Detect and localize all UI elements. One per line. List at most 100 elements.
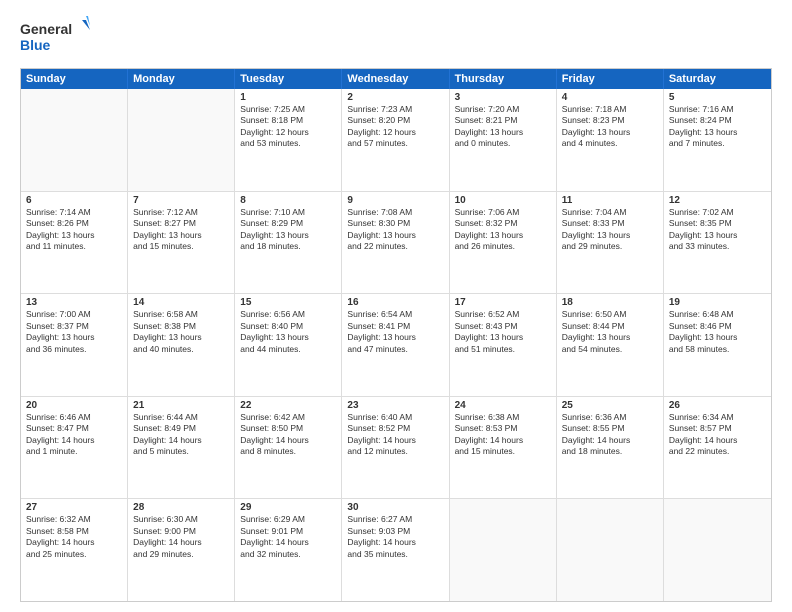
day-number: 15	[240, 297, 336, 308]
cal-header-friday: Friday	[557, 69, 664, 89]
cal-cell: 15Sunrise: 6:56 AM Sunset: 8:40 PM Dayli…	[235, 294, 342, 396]
day-info: Sunrise: 6:52 AM Sunset: 8:43 PM Dayligh…	[455, 309, 551, 355]
day-info: Sunrise: 7:12 AM Sunset: 8:27 PM Dayligh…	[133, 207, 229, 253]
calendar-header-row: SundayMondayTuesdayWednesdayThursdayFrid…	[21, 69, 771, 89]
day-number: 11	[562, 195, 658, 206]
cal-cell: 23Sunrise: 6:40 AM Sunset: 8:52 PM Dayli…	[342, 397, 449, 499]
cal-header-sunday: Sunday	[21, 69, 128, 89]
cal-cell: 18Sunrise: 6:50 AM Sunset: 8:44 PM Dayli…	[557, 294, 664, 396]
cal-cell: 20Sunrise: 6:46 AM Sunset: 8:47 PM Dayli…	[21, 397, 128, 499]
svg-text:General: General	[20, 21, 72, 37]
day-number: 1	[240, 92, 336, 103]
day-number: 22	[240, 400, 336, 411]
day-number: 4	[562, 92, 658, 103]
day-number: 14	[133, 297, 229, 308]
day-info: Sunrise: 6:36 AM Sunset: 8:55 PM Dayligh…	[562, 412, 658, 458]
day-info: Sunrise: 6:54 AM Sunset: 8:41 PM Dayligh…	[347, 309, 443, 355]
day-number: 26	[669, 400, 766, 411]
day-info: Sunrise: 7:18 AM Sunset: 8:23 PM Dayligh…	[562, 104, 658, 150]
day-number: 20	[26, 400, 122, 411]
cal-cell: 13Sunrise: 7:00 AM Sunset: 8:37 PM Dayli…	[21, 294, 128, 396]
day-info: Sunrise: 7:02 AM Sunset: 8:35 PM Dayligh…	[669, 207, 766, 253]
cal-week-2: 6Sunrise: 7:14 AM Sunset: 8:26 PM Daylig…	[21, 191, 771, 294]
day-info: Sunrise: 7:23 AM Sunset: 8:20 PM Dayligh…	[347, 104, 443, 150]
svg-text:Blue: Blue	[20, 37, 51, 53]
cal-week-1: 1Sunrise: 7:25 AM Sunset: 8:18 PM Daylig…	[21, 89, 771, 191]
day-info: Sunrise: 7:16 AM Sunset: 8:24 PM Dayligh…	[669, 104, 766, 150]
day-number: 27	[26, 502, 122, 513]
cal-header-monday: Monday	[128, 69, 235, 89]
cal-cell: 9Sunrise: 7:08 AM Sunset: 8:30 PM Daylig…	[342, 192, 449, 294]
cal-cell: 22Sunrise: 6:42 AM Sunset: 8:50 PM Dayli…	[235, 397, 342, 499]
cal-header-tuesday: Tuesday	[235, 69, 342, 89]
day-number: 9	[347, 195, 443, 206]
cal-cell	[664, 499, 771, 601]
day-number: 8	[240, 195, 336, 206]
cal-cell: 4Sunrise: 7:18 AM Sunset: 8:23 PM Daylig…	[557, 89, 664, 191]
logo: General Blue	[20, 16, 90, 58]
day-info: Sunrise: 6:46 AM Sunset: 8:47 PM Dayligh…	[26, 412, 122, 458]
day-info: Sunrise: 7:14 AM Sunset: 8:26 PM Dayligh…	[26, 207, 122, 253]
day-info: Sunrise: 6:32 AM Sunset: 8:58 PM Dayligh…	[26, 514, 122, 560]
day-number: 2	[347, 92, 443, 103]
cal-cell: 27Sunrise: 6:32 AM Sunset: 8:58 PM Dayli…	[21, 499, 128, 601]
day-number: 30	[347, 502, 443, 513]
cal-cell	[21, 89, 128, 191]
header: General Blue	[20, 16, 772, 58]
day-number: 5	[669, 92, 766, 103]
cal-cell: 21Sunrise: 6:44 AM Sunset: 8:49 PM Dayli…	[128, 397, 235, 499]
page: General Blue SundayMondayTuesdayWednesda…	[0, 0, 792, 612]
day-number: 3	[455, 92, 551, 103]
cal-cell: 25Sunrise: 6:36 AM Sunset: 8:55 PM Dayli…	[557, 397, 664, 499]
day-info: Sunrise: 6:40 AM Sunset: 8:52 PM Dayligh…	[347, 412, 443, 458]
day-number: 13	[26, 297, 122, 308]
day-number: 28	[133, 502, 229, 513]
cal-week-4: 20Sunrise: 6:46 AM Sunset: 8:47 PM Dayli…	[21, 396, 771, 499]
day-info: Sunrise: 7:25 AM Sunset: 8:18 PM Dayligh…	[240, 104, 336, 150]
cal-cell: 16Sunrise: 6:54 AM Sunset: 8:41 PM Dayli…	[342, 294, 449, 396]
cal-cell	[128, 89, 235, 191]
day-number: 10	[455, 195, 551, 206]
cal-header-wednesday: Wednesday	[342, 69, 449, 89]
day-number: 17	[455, 297, 551, 308]
cal-cell: 26Sunrise: 6:34 AM Sunset: 8:57 PM Dayli…	[664, 397, 771, 499]
cal-cell: 8Sunrise: 7:10 AM Sunset: 8:29 PM Daylig…	[235, 192, 342, 294]
day-info: Sunrise: 7:06 AM Sunset: 8:32 PM Dayligh…	[455, 207, 551, 253]
day-number: 7	[133, 195, 229, 206]
cal-cell: 30Sunrise: 6:27 AM Sunset: 9:03 PM Dayli…	[342, 499, 449, 601]
calendar-body: 1Sunrise: 7:25 AM Sunset: 8:18 PM Daylig…	[21, 89, 771, 601]
day-info: Sunrise: 6:38 AM Sunset: 8:53 PM Dayligh…	[455, 412, 551, 458]
cal-cell: 6Sunrise: 7:14 AM Sunset: 8:26 PM Daylig…	[21, 192, 128, 294]
day-info: Sunrise: 6:50 AM Sunset: 8:44 PM Dayligh…	[562, 309, 658, 355]
day-info: Sunrise: 6:58 AM Sunset: 8:38 PM Dayligh…	[133, 309, 229, 355]
cal-cell	[450, 499, 557, 601]
cal-cell: 24Sunrise: 6:38 AM Sunset: 8:53 PM Dayli…	[450, 397, 557, 499]
cal-cell: 3Sunrise: 7:20 AM Sunset: 8:21 PM Daylig…	[450, 89, 557, 191]
day-info: Sunrise: 6:56 AM Sunset: 8:40 PM Dayligh…	[240, 309, 336, 355]
cal-cell: 28Sunrise: 6:30 AM Sunset: 9:00 PM Dayli…	[128, 499, 235, 601]
cal-cell: 12Sunrise: 7:02 AM Sunset: 8:35 PM Dayli…	[664, 192, 771, 294]
calendar: SundayMondayTuesdayWednesdayThursdayFrid…	[20, 68, 772, 602]
day-info: Sunrise: 7:08 AM Sunset: 8:30 PM Dayligh…	[347, 207, 443, 253]
cal-week-3: 13Sunrise: 7:00 AM Sunset: 8:37 PM Dayli…	[21, 293, 771, 396]
cal-cell: 17Sunrise: 6:52 AM Sunset: 8:43 PM Dayli…	[450, 294, 557, 396]
cal-cell: 1Sunrise: 7:25 AM Sunset: 8:18 PM Daylig…	[235, 89, 342, 191]
day-info: Sunrise: 6:30 AM Sunset: 9:00 PM Dayligh…	[133, 514, 229, 560]
day-number: 21	[133, 400, 229, 411]
day-number: 29	[240, 502, 336, 513]
day-info: Sunrise: 7:20 AM Sunset: 8:21 PM Dayligh…	[455, 104, 551, 150]
cal-cell	[557, 499, 664, 601]
day-number: 18	[562, 297, 658, 308]
day-number: 25	[562, 400, 658, 411]
cal-cell: 11Sunrise: 7:04 AM Sunset: 8:33 PM Dayli…	[557, 192, 664, 294]
cal-header-saturday: Saturday	[664, 69, 771, 89]
cal-cell: 2Sunrise: 7:23 AM Sunset: 8:20 PM Daylig…	[342, 89, 449, 191]
day-info: Sunrise: 6:29 AM Sunset: 9:01 PM Dayligh…	[240, 514, 336, 560]
cal-cell: 14Sunrise: 6:58 AM Sunset: 8:38 PM Dayli…	[128, 294, 235, 396]
day-info: Sunrise: 6:42 AM Sunset: 8:50 PM Dayligh…	[240, 412, 336, 458]
day-number: 24	[455, 400, 551, 411]
day-number: 23	[347, 400, 443, 411]
day-number: 6	[26, 195, 122, 206]
cal-cell: 29Sunrise: 6:29 AM Sunset: 9:01 PM Dayli…	[235, 499, 342, 601]
cal-cell: 5Sunrise: 7:16 AM Sunset: 8:24 PM Daylig…	[664, 89, 771, 191]
